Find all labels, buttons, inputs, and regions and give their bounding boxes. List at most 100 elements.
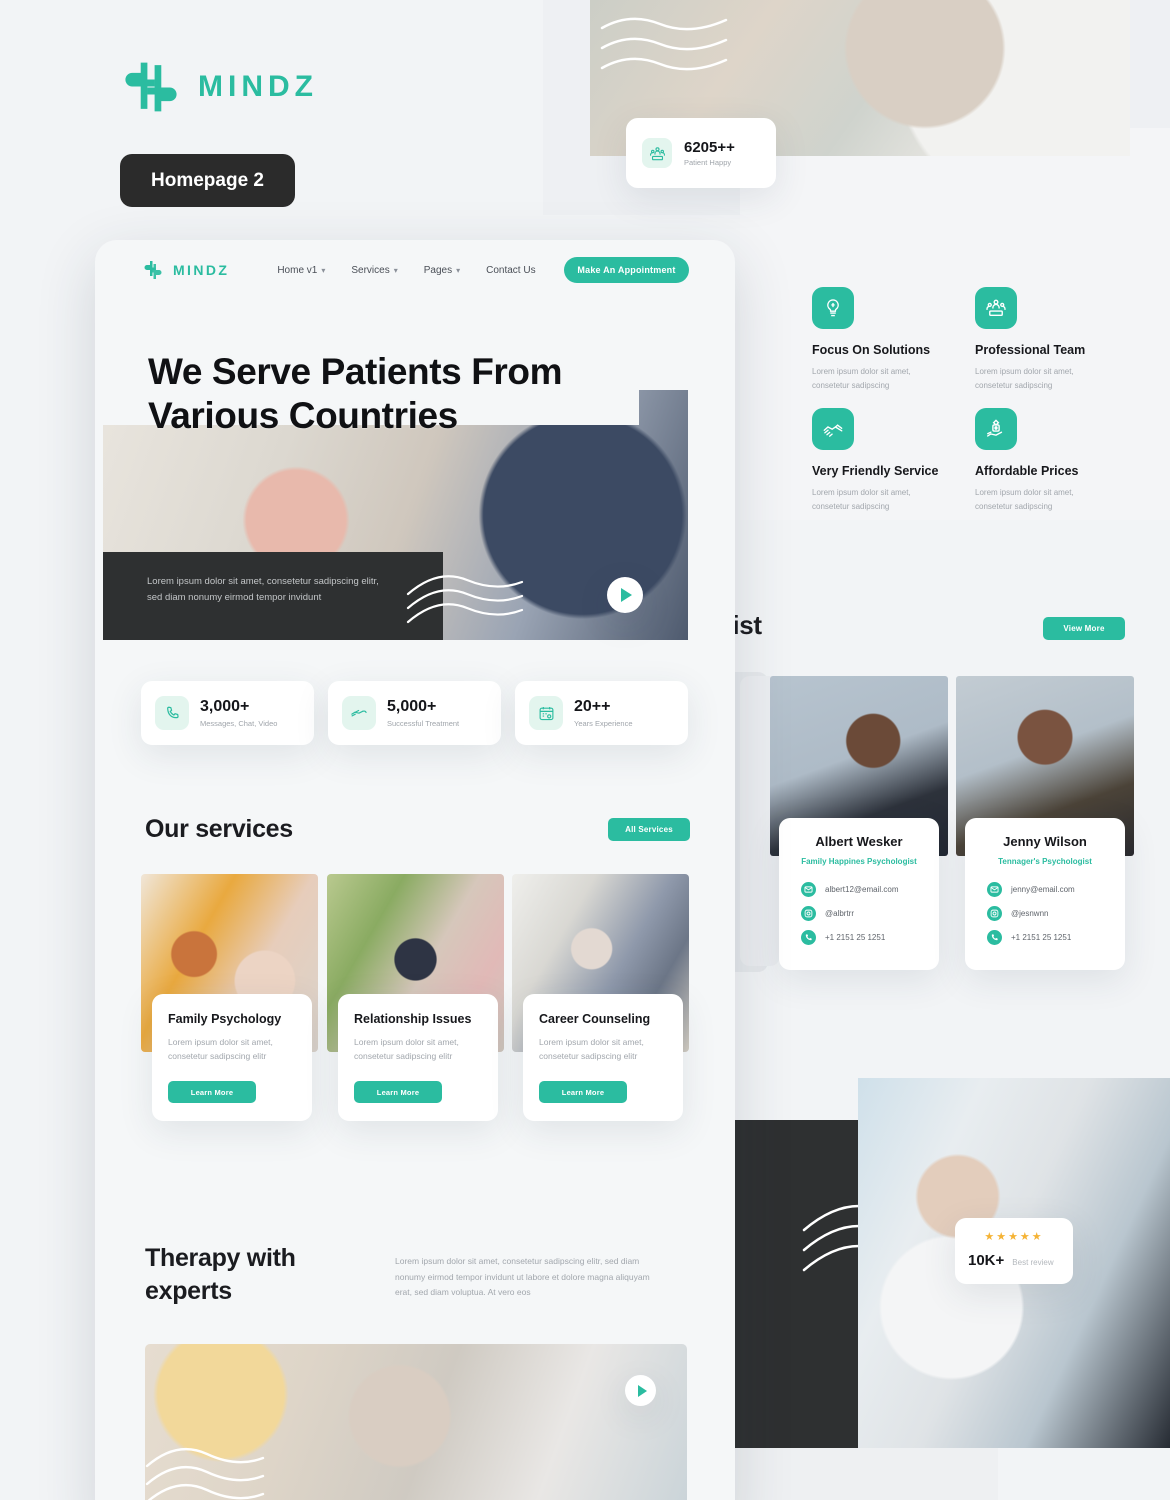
- mindz-cross-logo-icon: [125, 62, 177, 112]
- service-card-body: Career Counseling Lorem ipsum dolor sit …: [523, 994, 683, 1122]
- therapy-paragraph: Lorem ipsum dolor sit amet, consetetur s…: [395, 1256, 650, 1298]
- hero-caption-text: Lorem ipsum dolor sit amet, consetetur s…: [147, 574, 443, 605]
- play-icon: [637, 1384, 647, 1397]
- team-contact-phone[interactable]: +1 2151 25 1251: [801, 930, 939, 945]
- team-member-name: Albert Wesker: [815, 834, 903, 849]
- learn-more-button[interactable]: Learn More: [354, 1081, 442, 1104]
- brand-block: MINDZ Homepage 2: [120, 60, 450, 207]
- team-contact-social[interactable]: @jesnwnn: [987, 906, 1125, 921]
- play-icon: [621, 588, 632, 602]
- make-an-appointment-button[interactable]: Make An Appointment: [564, 257, 689, 283]
- feature-desc: Lorem ipsum dolor sit amet, consetetur s…: [812, 486, 962, 513]
- nav-item-contact-us[interactable]: Contact Us: [486, 265, 535, 276]
- stats-row: 3,000+ Messages, Chat, Video 5,000+ Succ…: [141, 681, 689, 745]
- feature-desc-line1: Lorem ipsum dolor sit amet,: [812, 367, 911, 376]
- team-card-jenny-wilson[interactable]: Jenny Wilson Tennager's Psychologist jen…: [956, 676, 1134, 970]
- hero-play-button[interactable]: [607, 577, 643, 613]
- team-member-name: Jenny Wilson: [1003, 834, 1087, 849]
- feature-very-friendly-service[interactable]: Very Friendly Service Lorem ipsum dolor …: [812, 408, 962, 513]
- service-card-career-counseling[interactable]: Career Counseling Lorem ipsum dolor sit …: [512, 874, 689, 1122]
- service-desc: Lorem ipsum dolor sit amet, consetetur s…: [168, 1035, 296, 1063]
- feature-professional-team[interactable]: Professional Team Lorem ipsum dolor sit …: [975, 287, 1125, 392]
- team-phone-text: +1 2151 25 1251: [1011, 933, 1072, 942]
- stat-value: 3,000+: [200, 698, 250, 716]
- chevron-down-icon: ▾: [321, 265, 326, 275]
- stat-value: 20++: [574, 698, 611, 716]
- stat-label: Messages, Chat, Video: [200, 718, 278, 728]
- review-label: Best review: [1012, 1258, 1054, 1267]
- services-header: Our services All Services: [145, 815, 690, 844]
- brand-wordmark: MINDZ: [198, 70, 318, 103]
- feature-desc-line1: Lorem ipsum dolor sit amet,: [812, 488, 911, 497]
- nav-item-pages[interactable]: Pages ▾: [424, 265, 460, 276]
- hero-title-line1: We Serve Patients From: [148, 351, 563, 392]
- nav-item-home-v1[interactable]: Home v1 ▾: [277, 265, 325, 276]
- review-badge: ★★★★★ 10K+ Best review: [955, 1218, 1073, 1284]
- hero-title-line2: Various Countries: [148, 394, 458, 436]
- feature-affordable-prices[interactable]: Affordable Prices Lorem ipsum dolor sit …: [975, 408, 1125, 513]
- chevron-down-icon: ▾: [456, 265, 461, 275]
- lightbulb-icon: [812, 287, 854, 329]
- feature-desc-line2: consetetur sadipscing: [812, 501, 890, 511]
- feature-desc: Lorem ipsum dolor sit amet, consetetur s…: [975, 365, 1125, 392]
- service-title: Relationship Issues: [354, 1012, 472, 1026]
- services-heading: Our services: [145, 815, 293, 843]
- team-contact-phone[interactable]: +1 2151 25 1251: [987, 930, 1125, 945]
- team-email-text: jenny@email.com: [1011, 885, 1075, 894]
- stat-card-experience: 20++ Years Experience: [515, 681, 688, 745]
- patient-happy-value: 6205++: [684, 138, 735, 156]
- service-card-relationship-issues[interactable]: Relationship Issues Lorem ipsum dolor si…: [327, 874, 504, 1122]
- review-row: 10K+ Best review: [955, 1252, 1073, 1269]
- team-contact-email[interactable]: jenny@email.com: [987, 882, 1125, 897]
- feature-title: Focus On Solutions: [812, 343, 931, 357]
- therapy-heading: Therapy with experts: [145, 1242, 375, 1307]
- nav-label: Home v1: [277, 264, 318, 276]
- learn-more-button[interactable]: Learn More: [168, 1081, 256, 1104]
- nav-label: Pages: [423, 264, 453, 276]
- team-info: Albert Wesker Family Happines Psychologi…: [779, 818, 939, 970]
- patient-happy-badge: 6205++ Patient Happy: [626, 118, 776, 188]
- feature-desc-line2: consetetur sadipscing: [975, 380, 1053, 390]
- team-member-role: Family Happines Psychologist: [801, 857, 917, 866]
- stat-value: 5,000+: [387, 698, 437, 716]
- patient-happy-label: Patient Happy: [684, 158, 732, 168]
- team-group-icon: [975, 287, 1017, 329]
- team-group-icon: [642, 138, 672, 168]
- senior-care-photo: [145, 1344, 687, 1500]
- service-card-family-psychology[interactable]: Family Psychology Lorem ipsum dolor sit …: [141, 874, 318, 1122]
- feature-desc: Lorem ipsum dolor sit amet, consetetur s…: [812, 365, 962, 392]
- all-services-button[interactable]: All Services: [608, 818, 690, 841]
- wave-decoration-icon: [600, 17, 728, 71]
- mail-icon: [801, 882, 816, 897]
- mail-icon: [987, 882, 1002, 897]
- team-email-text: albert12@email.com: [825, 885, 899, 894]
- feature-focus-on-solutions[interactable]: Focus On Solutions Lorem ipsum dolor sit…: [812, 287, 962, 392]
- service-desc-line2: consetetur sadipscing elitr: [168, 1051, 267, 1062]
- review-count: 10K+: [968, 1252, 1005, 1269]
- team-info: Jenny Wilson Tennager's Psychologist jen…: [965, 818, 1125, 970]
- team-contact-email[interactable]: albert12@email.com: [801, 882, 939, 897]
- feature-title: Very Friendly Service: [812, 464, 939, 478]
- feature-title: Professional Team: [975, 343, 1086, 357]
- hero-caption-box: Lorem ipsum dolor sit amet, consetetur s…: [103, 552, 443, 640]
- calendar-icon: [529, 696, 563, 730]
- team-contact-list: jenny@email.com @jesnwnn +1 2151 25 1251: [965, 882, 1125, 945]
- screenshot-stage: 6205++ Patient Happy r Focus On Solution…: [0, 0, 1170, 1500]
- team-card-albert-wesker[interactable]: Albert Wesker Family Happines Psychologi…: [770, 676, 948, 970]
- feature-desc: Lorem ipsum dolor sit amet, consetetur s…: [975, 486, 1125, 513]
- service-card-body: Relationship Issues Lorem ipsum dolor si…: [338, 994, 498, 1122]
- view-more-button[interactable]: View More: [1043, 617, 1125, 640]
- nav-item-services[interactable]: Services ▾: [351, 265, 397, 276]
- mockup-logo[interactable]: MINDZ: [141, 258, 229, 282]
- stat-card-messages: 3,000+ Messages, Chat, Video: [141, 681, 314, 745]
- brand-logo: MINDZ: [120, 60, 450, 114]
- mockup-navbar: MINDZ Home v1 ▾ Services ▾ Pages ▾ Conta…: [95, 240, 735, 300]
- team-social-text: @jesnwnn: [1011, 909, 1049, 918]
- hand-care-icon: [342, 696, 376, 730]
- nav-label: Contact Us: [486, 264, 536, 276]
- mockup-wordmark: MINDZ: [173, 262, 230, 278]
- learn-more-button[interactable]: Learn More: [539, 1081, 627, 1104]
- team-contact-social[interactable]: @albrtrr: [801, 906, 939, 921]
- mockup-nav-list: Home v1 ▾ Services ▾ Pages ▾ Contact Us: [277, 265, 535, 276]
- therapy-play-button[interactable]: [625, 1375, 656, 1406]
